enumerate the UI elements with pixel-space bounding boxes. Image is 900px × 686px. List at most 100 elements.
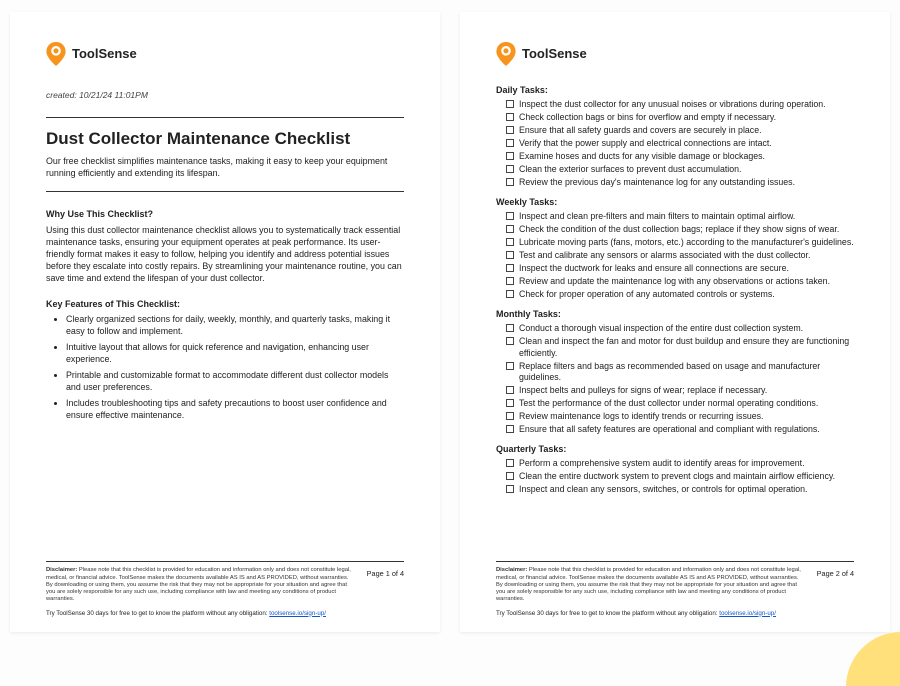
task-group: Quarterly Tasks:Perform a comprehensive … — [496, 443, 854, 495]
trial-cta: Try ToolSense 30 days for free to get to… — [496, 610, 803, 618]
checklist-item-label: Inspect the ductwork for leaks and ensur… — [519, 263, 789, 274]
checkbox[interactable] — [506, 251, 514, 259]
checkbox[interactable] — [506, 264, 514, 272]
checklist-item-label: Ensure that all safety guards and covers… — [519, 125, 762, 136]
checklist-item: Inspect belts and pulleys for signs of w… — [496, 385, 854, 396]
why-heading: Why Use This Checklist? — [46, 208, 404, 220]
checklist-item: Review and update the maintenance log wi… — [496, 276, 854, 287]
checkbox[interactable] — [506, 362, 514, 370]
checklist-item: Check for proper operation of any automa… — [496, 289, 854, 300]
pin-icon — [496, 42, 516, 66]
checkbox[interactable] — [506, 386, 514, 394]
checklist-item: Test the performance of the dust collect… — [496, 398, 854, 409]
page-footer: Disclaimer: Please note that this checkl… — [496, 561, 854, 618]
why-body: Using this dust collector maintenance ch… — [46, 224, 404, 284]
checkbox[interactable] — [506, 225, 514, 233]
checklist-item-label: Clean the exterior surfaces to prevent d… — [519, 164, 741, 175]
checklist-item: Ensure that all safety features are oper… — [496, 424, 854, 435]
document-title: Dust Collector Maintenance Checklist — [46, 128, 404, 151]
checklist-item-label: Inspect and clean any sensors, switches,… — [519, 484, 808, 495]
task-group: Weekly Tasks: Inspect and clean pre-filte… — [496, 196, 854, 300]
task-group-title: Weekly Tasks: — [496, 196, 854, 208]
checklist-item-label: Review and update the maintenance log wi… — [519, 276, 830, 287]
checklist-item: Review maintenance logs to identify tren… — [496, 411, 854, 422]
checklist-item: Review the previous day's maintenance lo… — [496, 177, 854, 188]
features-list: Clearly organized sections for daily, we… — [46, 313, 404, 425]
document-page-1: ToolSense created: 10/21/24 11:01PM Dust… — [10, 12, 440, 632]
page-number: Page 1 of 4 — [367, 567, 404, 618]
checklist-item-label: Review maintenance logs to identify tren… — [519, 411, 763, 422]
task-group-title: Daily Tasks: — [496, 84, 854, 96]
checklist-item-label: Test the performance of the dust collect… — [519, 398, 818, 409]
checkbox[interactable] — [506, 290, 514, 298]
checklist-item-label: Replace filters and bags as recommended … — [519, 361, 854, 384]
disclaimer-text: Disclaimer: Please note that this checkl… — [46, 567, 353, 603]
task-group: Monthly Tasks: Conduct a thorough visual … — [496, 308, 854, 435]
checkbox[interactable] — [506, 152, 514, 160]
signup-link[interactable]: toolsense.io/sign-up/ — [719, 610, 776, 617]
checklist-item: Conduct a thorough visual inspection of … — [496, 323, 854, 334]
checkbox[interactable] — [506, 472, 514, 480]
checkbox[interactable] — [506, 238, 514, 246]
page-number: Page 2 of 4 — [817, 567, 854, 618]
checkbox[interactable] — [506, 113, 514, 121]
checklist-item: Perform a comprehensive system audit to … — [496, 458, 854, 469]
list-item: Printable and customizable format to acc… — [66, 369, 404, 393]
checkbox[interactable] — [506, 425, 514, 433]
checklist-item-label: Ensure that all safety features are oper… — [519, 424, 820, 435]
checklist-item: Clean the exterior surfaces to prevent d… — [496, 164, 854, 175]
checklist-item: Inspect the ductwork for leaks and ensur… — [496, 263, 854, 274]
checkbox[interactable] — [506, 337, 514, 345]
brand-name: ToolSense — [522, 45, 587, 63]
page-footer: Disclaimer: Please note that this checkl… — [46, 561, 404, 618]
checklist-item: Lubricate moving parts (fans, motors, et… — [496, 237, 854, 248]
checkbox[interactable] — [506, 100, 514, 108]
brand-name: ToolSense — [72, 45, 137, 63]
checklist-item: Clean the entire ductwork system to prev… — [496, 471, 854, 482]
checklist-item: Clean and inspect the fan and motor for … — [496, 336, 854, 359]
list-item: Intuitive layout that allows for quick r… — [66, 341, 404, 365]
checklist-item-label: Check for proper operation of any automa… — [519, 289, 775, 300]
checkbox[interactable] — [506, 165, 514, 173]
divider — [46, 191, 404, 192]
checklist-item-label: Check collection bags or bins for overfl… — [519, 112, 776, 123]
checklist-item-label: Inspect belts and pulleys for signs of w… — [519, 385, 767, 396]
created-timestamp: created: 10/21/24 11:01PM — [46, 90, 404, 101]
signup-link[interactable]: toolsense.io/sign-up/ — [269, 610, 326, 617]
checklist-item-label: Inspect the dust collector for any unusu… — [519, 99, 826, 110]
checklist-item-label: Inspect and clean pre-filters and main f… — [519, 211, 795, 222]
pin-icon — [46, 42, 66, 66]
brand-logo: ToolSense — [46, 42, 404, 66]
checklist-item-label: Lubricate moving parts (fans, motors, et… — [519, 237, 854, 248]
checkbox[interactable] — [506, 485, 514, 493]
checklist-item-label: Perform a comprehensive system audit to … — [519, 458, 805, 469]
checkbox[interactable] — [506, 399, 514, 407]
checkbox[interactable] — [506, 126, 514, 134]
checklist-item: Check the condition of the dust collecti… — [496, 224, 854, 235]
task-groups: Daily Tasks: Inspect the dust collector f… — [496, 84, 854, 504]
checkbox[interactable] — [506, 277, 514, 285]
checkbox[interactable] — [506, 412, 514, 420]
decorative-corner — [840, 626, 900, 686]
task-group: Daily Tasks: Inspect the dust collector f… — [496, 84, 854, 188]
checkbox[interactable] — [506, 178, 514, 186]
checklist-item: Examine hoses and ducts for any visible … — [496, 151, 854, 162]
checklist-item: Inspect the dust collector for any unusu… — [496, 99, 854, 110]
task-group-title: Monthly Tasks: — [496, 308, 854, 320]
checklist-item: Ensure that all safety guards and covers… — [496, 125, 854, 136]
list-item: Clearly organized sections for daily, we… — [66, 313, 404, 337]
checkbox[interactable] — [506, 459, 514, 467]
checklist-item: Verify that the power supply and electri… — [496, 138, 854, 149]
checklist-item-label: Examine hoses and ducts for any visible … — [519, 151, 765, 162]
checkbox[interactable] — [506, 139, 514, 147]
document-page-2: ToolSense Daily Tasks: Inspect the dust c… — [460, 12, 890, 632]
divider — [46, 117, 404, 118]
checklist-item-label: Clean and inspect the fan and motor for … — [519, 336, 854, 359]
checklist-item-label: Conduct a thorough visual inspection of … — [519, 323, 803, 334]
checklist-item-label: Review the previous day's maintenance lo… — [519, 177, 795, 188]
checklist-item: Replace filters and bags as recommended … — [496, 361, 854, 384]
checkbox[interactable] — [506, 212, 514, 220]
checkbox[interactable] — [506, 324, 514, 332]
checklist-item-label: Check the condition of the dust collecti… — [519, 224, 839, 235]
list-item: Includes troubleshooting tips and safety… — [66, 397, 404, 421]
